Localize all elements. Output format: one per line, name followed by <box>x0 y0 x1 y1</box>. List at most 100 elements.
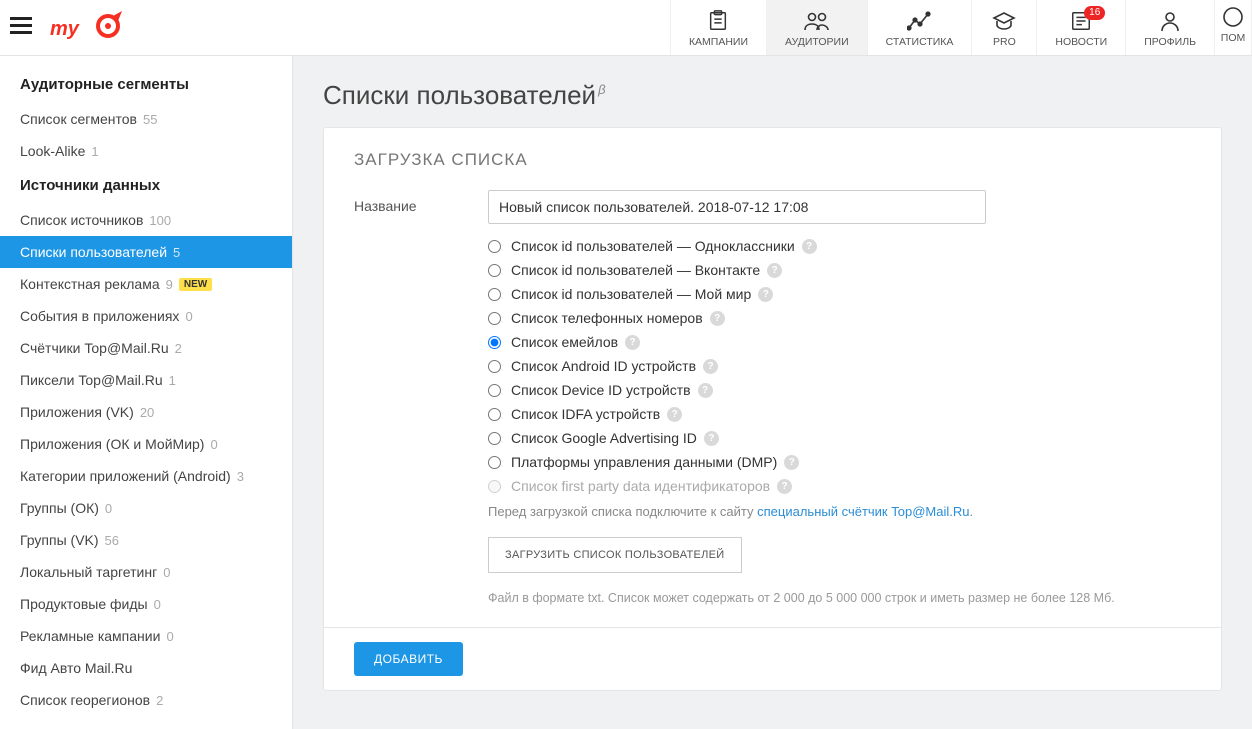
sidebar-item-count: 56 <box>105 533 119 548</box>
sidebar-item-label: Списки пользователей <box>20 244 167 260</box>
sidebar-item-label: Приложения (ОК и МойМир) <box>20 436 204 452</box>
help-icon[interactable]: ? <box>784 455 799 470</box>
nav-item-help[interactable]: ПОМ <box>1214 0 1252 55</box>
radio-row[interactable]: Список Android ID устройств? <box>488 358 1191 374</box>
sidebar-item[interactable]: Счётчики Top@Mail.Ru2 <box>0 332 292 364</box>
sidebar-item-label: Список источников <box>20 212 143 228</box>
help-icon[interactable]: ? <box>777 479 792 494</box>
sidebar-item-count: 1 <box>169 373 176 388</box>
sidebar: Аудиторные сегментыСписок сегментов55Loo… <box>0 56 293 729</box>
sidebar-item-count: 9 <box>166 277 173 292</box>
help-icon[interactable]: ? <box>710 311 725 326</box>
nav-item-новости[interactable]: 16НОВОСТИ <box>1036 0 1125 55</box>
name-input[interactable] <box>488 190 986 224</box>
radio-input[interactable] <box>488 264 501 277</box>
nav-item-pro[interactable]: PRO <box>971 0 1036 55</box>
help-icon[interactable]: ? <box>758 287 773 302</box>
radio-input[interactable] <box>488 312 501 325</box>
radio-input[interactable] <box>488 240 501 253</box>
upload-button[interactable]: ЗАГРУЗИТЬ СПИСОК ПОЛЬЗОВАТЕЛЕЙ <box>488 537 742 573</box>
form-row-name: Название <box>354 190 1191 224</box>
nav-label: СТАТИСТИКА <box>886 36 954 48</box>
main: Списки пользователейβ ЗАГРУЗКА СПИСКА На… <box>293 56 1252 729</box>
nav-item-статистика[interactable]: СТАТИСТИКА <box>867 0 972 55</box>
sidebar-item-label: Группы (ОК) <box>20 500 99 516</box>
sidebar-item[interactable]: Фид Авто Mail.Ru <box>0 652 292 684</box>
radio-row[interactable]: Список телефонных номеров? <box>488 310 1191 326</box>
menu-icon[interactable] <box>2 15 40 41</box>
sidebar-item[interactable]: События в приложениях0 <box>0 300 292 332</box>
sidebar-item[interactable]: Локальный таргетинг0 <box>0 556 292 588</box>
sidebar-item-label: Продуктовые фиды <box>20 596 148 612</box>
new-tag: NEW <box>179 278 212 291</box>
header: my КАМПАНИИАУДИТОРИИ СТАТИСТИКА PRO16НОВОС… <box>0 0 1252 56</box>
sidebar-item-label: Фид Авто Mail.Ru <box>20 660 132 676</box>
radio-row[interactable]: Список id пользователей — Мой мир? <box>488 286 1191 302</box>
logo[interactable]: my <box>50 11 138 45</box>
campaign-icon <box>704 10 732 32</box>
radio-input[interactable] <box>488 336 501 349</box>
sidebar-item[interactable]: Группы (VK) 56 <box>0 524 292 556</box>
sidebar-item[interactable]: Продуктовые фиды0 <box>0 588 292 620</box>
sidebar-item-label: Группы (VK) <box>20 532 99 548</box>
radio-input[interactable] <box>488 384 501 397</box>
radio-input[interactable] <box>488 288 501 301</box>
help-icon[interactable]: ? <box>704 431 719 446</box>
radio-label: Список емейлов <box>511 334 618 350</box>
radio-row[interactable]: Список емейлов? <box>488 334 1191 350</box>
badge: 16 <box>1084 6 1105 20</box>
help-icon <box>1219 6 1247 28</box>
sidebar-item[interactable]: Списки пользователей5 <box>0 236 292 268</box>
sidebar-item[interactable]: Пиксели Top@Mail.Ru 1 <box>0 364 292 396</box>
page-title-beta: β <box>598 82 605 97</box>
radio-label: Список телефонных номеров <box>511 310 703 326</box>
add-button[interactable]: ДОБАВИТЬ <box>354 642 463 676</box>
sidebar-item-count: 55 <box>143 112 157 127</box>
nav-item-аудитории[interactable]: АУДИТОРИИ <box>766 0 867 55</box>
sidebar-item-count: 3 <box>237 469 244 484</box>
sidebar-item[interactable]: Контекстная реклама9NEW <box>0 268 292 300</box>
name-label: Название <box>354 190 488 224</box>
radio-label: Список Device ID устройств <box>511 382 691 398</box>
sidebar-heading: Источники данных <box>0 167 292 204</box>
sidebar-item[interactable]: Группы (ОК)0 <box>0 492 292 524</box>
radio-input[interactable] <box>488 360 501 373</box>
radio-row[interactable]: Список IDFA устройств? <box>488 406 1191 422</box>
profile-icon <box>1156 10 1184 32</box>
radio-input[interactable] <box>488 408 501 421</box>
help-icon[interactable]: ? <box>625 335 640 350</box>
sidebar-item[interactable]: Приложения (VK)20 <box>0 396 292 428</box>
news-icon: 16 <box>1067 10 1095 32</box>
radio-input[interactable] <box>488 432 501 445</box>
radio-input[interactable] <box>488 456 501 469</box>
sidebar-item-label: Пиксели Top@Mail.Ru <box>20 372 163 388</box>
help-icon[interactable]: ? <box>698 383 713 398</box>
hint-link[interactable]: специальный счётчик Top@Mail.Ru <box>757 504 969 519</box>
svg-text:my: my <box>50 18 80 40</box>
radio-label: Список Google Advertising ID <box>511 430 697 446</box>
sidebar-item[interactable]: Look-Alike1 <box>0 135 292 167</box>
sidebar-item[interactable]: Список источников100 <box>0 204 292 236</box>
help-icon[interactable]: ? <box>667 407 682 422</box>
sidebar-item-count: 0 <box>166 629 173 644</box>
name-input-wrap <box>488 190 1191 224</box>
hint-line: Перед загрузкой списка подключите к сайт… <box>354 504 1191 519</box>
sidebar-item[interactable]: Список сегментов55 <box>0 103 292 135</box>
sidebar-item[interactable]: Приложения (ОК и МойМир)0 <box>0 428 292 460</box>
sidebar-item[interactable]: Категории приложений (Android)3 <box>0 460 292 492</box>
pro-icon <box>990 10 1018 32</box>
help-icon[interactable]: ? <box>703 359 718 374</box>
radio-row[interactable]: Список Google Advertising ID? <box>488 430 1191 446</box>
sidebar-item[interactable]: Список георегионов2 <box>0 684 292 716</box>
radio-row[interactable]: Список Device ID устройств? <box>488 382 1191 398</box>
help-icon[interactable]: ? <box>802 239 817 254</box>
nav-item-кампании[interactable]: КАМПАНИИ <box>670 0 766 55</box>
sidebar-item-count: 2 <box>175 341 182 356</box>
radio-row[interactable]: Список id пользователей — Одноклассники? <box>488 238 1191 254</box>
nav-item-профиль[interactable]: ПРОФИЛЬ <box>1125 0 1214 55</box>
sidebar-item[interactable]: Рекламные кампании0 <box>0 620 292 652</box>
radio-row[interactable]: Список id пользователей — Вконтакте? <box>488 262 1191 278</box>
help-icon[interactable]: ? <box>767 263 782 278</box>
radio-row[interactable]: Платформы управления данными (DMP)? <box>488 454 1191 470</box>
hint-suffix: . <box>969 504 973 519</box>
